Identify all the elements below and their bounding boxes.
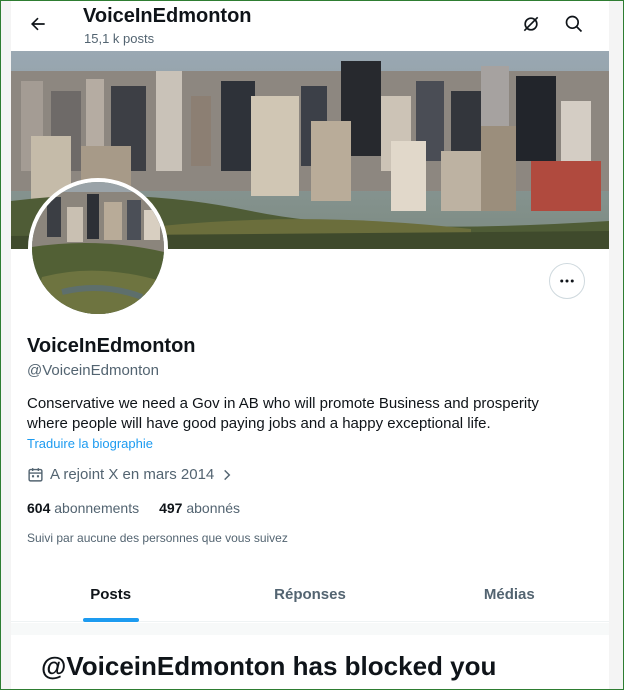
arrow-left-icon <box>31 17 45 31</box>
tab-label: Médias <box>483 585 535 603</box>
translate-bio-link[interactable]: Traduire la biographie <box>27 436 153 451</box>
chevron-right-icon <box>224 469 231 480</box>
followers-count: 497 <box>159 500 183 516</box>
avatar-image <box>32 182 164 314</box>
back-button[interactable] <box>23 9 53 39</box>
tab-posts[interactable]: Posts <box>11 567 210 622</box>
joined-text: A rejoint X en mars 2014 <box>50 466 215 483</box>
window-frame: VoiceInEdmonton 15,1 k posts VoiceInEdmo… <box>0 0 624 690</box>
joined-date[interactable]: A rejoint X en mars 2014 <box>27 466 234 483</box>
profile-handle: @VoiceinEdmonton <box>27 362 159 379</box>
bio-line: Conservative we need a Gov in AB who wil… <box>27 395 539 412</box>
more-horizontal-icon <box>560 279 574 283</box>
followed-by-text: Suivi par aucune des personnes que vous … <box>27 531 288 545</box>
more-options-button[interactable] <box>549 263 585 299</box>
follow-stats: 604 abonnements 497 abonnés <box>27 500 240 516</box>
following-count: 604 <box>27 500 51 516</box>
following-link[interactable]: 604 abonnements <box>27 500 139 516</box>
profile-tabs: Posts Réponses Médias <box>11 567 609 622</box>
grok-button[interactable] <box>517 10 545 38</box>
followers-label: abonnés <box>186 500 241 516</box>
search-button[interactable] <box>560 10 588 38</box>
blocked-message-title: @VoiceinEdmonton has blocked you <box>41 651 497 681</box>
bio-line: where people will have good paying jobs … <box>27 415 491 432</box>
profile-bio: Conservative we need a Gov in AB who wil… <box>27 394 587 434</box>
section-divider <box>11 623 609 635</box>
tab-replies[interactable]: Réponses <box>210 567 409 621</box>
active-tab-indicator <box>82 618 139 622</box>
search-icon <box>565 15 583 33</box>
tab-label: Posts <box>90 585 132 603</box>
followers-link[interactable]: 497 abonnés <box>159 500 240 516</box>
top-header: VoiceInEdmonton 15,1 k posts <box>11 1 609 51</box>
tab-label: Réponses <box>274 585 346 603</box>
profile-display-name: VoiceInEdmonton <box>27 335 196 357</box>
tab-media[interactable]: Médias <box>410 567 609 621</box>
following-label: abonnements <box>54 500 140 516</box>
grok-icon <box>523 16 539 32</box>
profile-column: VoiceInEdmonton 15,1 k posts VoiceInEdmo… <box>11 1 609 689</box>
profile-avatar[interactable] <box>28 178 168 318</box>
header-title: VoiceInEdmonton <box>83 5 252 27</box>
header-post-count: 15,1 k posts <box>84 31 155 46</box>
calendar-icon <box>28 468 43 482</box>
